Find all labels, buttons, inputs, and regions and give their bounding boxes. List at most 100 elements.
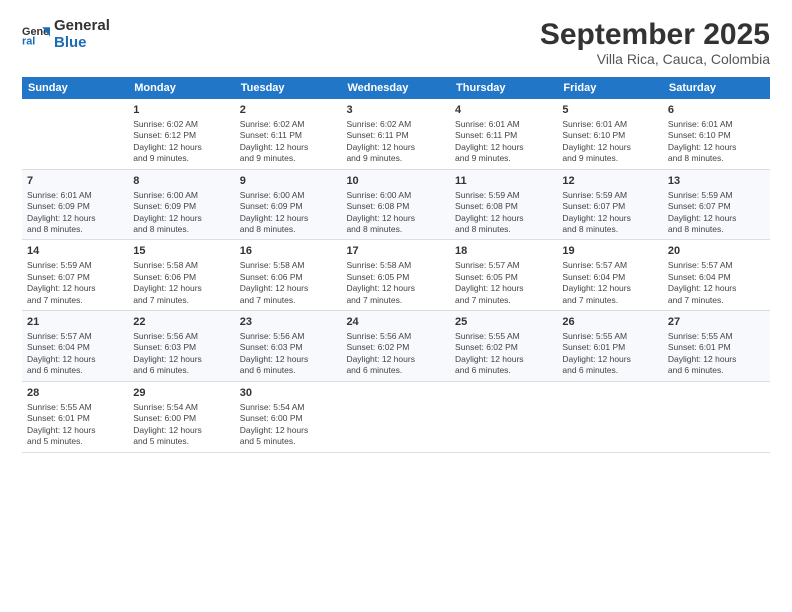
day-info-text: Sunset: 6:04 PM	[668, 272, 765, 283]
day-info-text: Sunrise: 6:01 AM	[668, 119, 765, 130]
day-info-text: Daylight: 12 hours	[668, 283, 765, 294]
day-info-text: and 9 minutes.	[133, 153, 229, 164]
day-info-text: Sunset: 6:00 PM	[133, 413, 229, 424]
calendar-cell: 24Sunrise: 5:56 AMSunset: 6:02 PMDayligh…	[341, 311, 450, 382]
day-info-text: Sunrise: 6:02 AM	[240, 119, 337, 130]
day-number: 24	[346, 315, 445, 330]
day-info-text: and 7 minutes.	[27, 295, 123, 306]
day-info-text: Daylight: 12 hours	[27, 213, 123, 224]
calendar-cell: 20Sunrise: 5:57 AMSunset: 6:04 PMDayligh…	[663, 240, 770, 311]
day-info-text: Daylight: 12 hours	[240, 283, 337, 294]
day-info-text: Sunset: 6:01 PM	[27, 413, 123, 424]
day-info-text: Sunset: 6:07 PM	[27, 272, 123, 283]
day-info-text: Daylight: 12 hours	[133, 283, 229, 294]
day-info-text: Sunset: 6:01 PM	[562, 342, 658, 353]
day-info-text: Daylight: 12 hours	[133, 142, 229, 153]
day-info-text: Sunset: 6:02 PM	[455, 342, 552, 353]
day-info-text: Sunset: 6:05 PM	[346, 272, 445, 283]
week-row-1: 1Sunrise: 6:02 AMSunset: 6:12 PMDaylight…	[22, 99, 770, 169]
calendar-cell: 9Sunrise: 6:00 AMSunset: 6:09 PMDaylight…	[235, 169, 342, 240]
calendar-cell: 23Sunrise: 5:56 AMSunset: 6:03 PMDayligh…	[235, 311, 342, 382]
day-info-text: Sunrise: 5:57 AM	[455, 260, 552, 271]
day-info-text: Sunrise: 6:00 AM	[133, 190, 229, 201]
day-info-text: Sunset: 6:10 PM	[562, 130, 658, 141]
day-info-text: Sunrise: 5:55 AM	[27, 402, 123, 413]
day-info-text: Daylight: 12 hours	[240, 354, 337, 365]
day-info-text: Sunset: 6:04 PM	[562, 272, 658, 283]
day-info-text: and 9 minutes.	[240, 153, 337, 164]
logo-text-blue: Blue	[54, 35, 110, 52]
day-info-text: Daylight: 12 hours	[455, 213, 552, 224]
day-info-text: Sunrise: 5:55 AM	[455, 331, 552, 342]
calendar-cell: 29Sunrise: 5:54 AMSunset: 6:00 PMDayligh…	[128, 381, 234, 452]
day-info-text: and 5 minutes.	[240, 436, 337, 447]
day-info-text: and 6 minutes.	[455, 365, 552, 376]
day-info-text: Daylight: 12 hours	[562, 142, 658, 153]
header-cell-thursday: Thursday	[450, 77, 557, 99]
day-info-text: Sunrise: 5:56 AM	[240, 331, 337, 342]
day-info-text: and 8 minutes.	[27, 224, 123, 235]
day-number: 7	[27, 174, 123, 189]
calendar-cell: 14Sunrise: 5:59 AMSunset: 6:07 PMDayligh…	[22, 240, 128, 311]
day-info-text: and 9 minutes.	[346, 153, 445, 164]
day-info-text: Daylight: 12 hours	[346, 354, 445, 365]
day-info-text: Daylight: 12 hours	[455, 354, 552, 365]
day-number: 17	[346, 244, 445, 259]
day-info-text: Sunrise: 5:54 AM	[133, 402, 229, 413]
day-info-text: Sunrise: 6:01 AM	[27, 190, 123, 201]
day-number: 25	[455, 315, 552, 330]
calendar-table: SundayMondayTuesdayWednesdayThursdayFrid…	[22, 77, 770, 453]
day-info-text: Sunrise: 5:58 AM	[133, 260, 229, 271]
header-cell-wednesday: Wednesday	[341, 77, 450, 99]
day-info-text: and 6 minutes.	[27, 365, 123, 376]
day-info-text: Sunset: 6:08 PM	[346, 201, 445, 212]
header-cell-friday: Friday	[557, 77, 663, 99]
day-info-text: and 6 minutes.	[133, 365, 229, 376]
calendar-cell: 11Sunrise: 5:59 AMSunset: 6:08 PMDayligh…	[450, 169, 557, 240]
day-info-text: and 7 minutes.	[133, 295, 229, 306]
day-info-text: Daylight: 12 hours	[133, 425, 229, 436]
day-number: 3	[346, 103, 445, 118]
calendar-cell: 10Sunrise: 6:00 AMSunset: 6:08 PMDayligh…	[341, 169, 450, 240]
day-number: 30	[240, 386, 337, 401]
calendar-title: September 2025	[540, 18, 770, 51]
day-info-text: Sunset: 6:03 PM	[240, 342, 337, 353]
day-info-text: Sunrise: 5:59 AM	[668, 190, 765, 201]
calendar-cell: 26Sunrise: 5:55 AMSunset: 6:01 PMDayligh…	[557, 311, 663, 382]
day-info-text: Sunrise: 6:01 AM	[455, 119, 552, 130]
day-info-text: Daylight: 12 hours	[455, 142, 552, 153]
day-number: 26	[562, 315, 658, 330]
day-info-text: Sunrise: 5:56 AM	[133, 331, 229, 342]
week-row-3: 14Sunrise: 5:59 AMSunset: 6:07 PMDayligh…	[22, 240, 770, 311]
day-number: 10	[346, 174, 445, 189]
day-info-text: and 9 minutes.	[562, 153, 658, 164]
day-number: 4	[455, 103, 552, 118]
day-info-text: Sunset: 6:11 PM	[346, 130, 445, 141]
day-number: 15	[133, 244, 229, 259]
day-number: 28	[27, 386, 123, 401]
calendar-cell: 7Sunrise: 6:01 AMSunset: 6:09 PMDaylight…	[22, 169, 128, 240]
calendar-cell	[22, 99, 128, 169]
day-info-text: Daylight: 12 hours	[27, 283, 123, 294]
calendar-cell: 25Sunrise: 5:55 AMSunset: 6:02 PMDayligh…	[450, 311, 557, 382]
calendar-cell: 28Sunrise: 5:55 AMSunset: 6:01 PMDayligh…	[22, 381, 128, 452]
day-info-text: and 8 minutes.	[455, 224, 552, 235]
day-info-text: and 7 minutes.	[668, 295, 765, 306]
day-info-text: Daylight: 12 hours	[668, 213, 765, 224]
day-info-text: Sunset: 6:01 PM	[668, 342, 765, 353]
header-cell-tuesday: Tuesday	[235, 77, 342, 99]
calendar-cell	[450, 381, 557, 452]
day-info-text: and 6 minutes.	[668, 365, 765, 376]
day-number: 14	[27, 244, 123, 259]
day-info-text: and 8 minutes.	[346, 224, 445, 235]
day-number: 16	[240, 244, 337, 259]
day-info-text: Daylight: 12 hours	[668, 354, 765, 365]
day-info-text: and 8 minutes.	[668, 153, 765, 164]
day-info-text: Daylight: 12 hours	[346, 283, 445, 294]
calendar-cell	[663, 381, 770, 452]
day-info-text: Sunrise: 5:58 AM	[346, 260, 445, 271]
day-info-text: Daylight: 12 hours	[562, 354, 658, 365]
day-info-text: Sunrise: 6:00 AM	[346, 190, 445, 201]
calendar-cell: 4Sunrise: 6:01 AMSunset: 6:11 PMDaylight…	[450, 99, 557, 169]
day-info-text: Daylight: 12 hours	[27, 354, 123, 365]
